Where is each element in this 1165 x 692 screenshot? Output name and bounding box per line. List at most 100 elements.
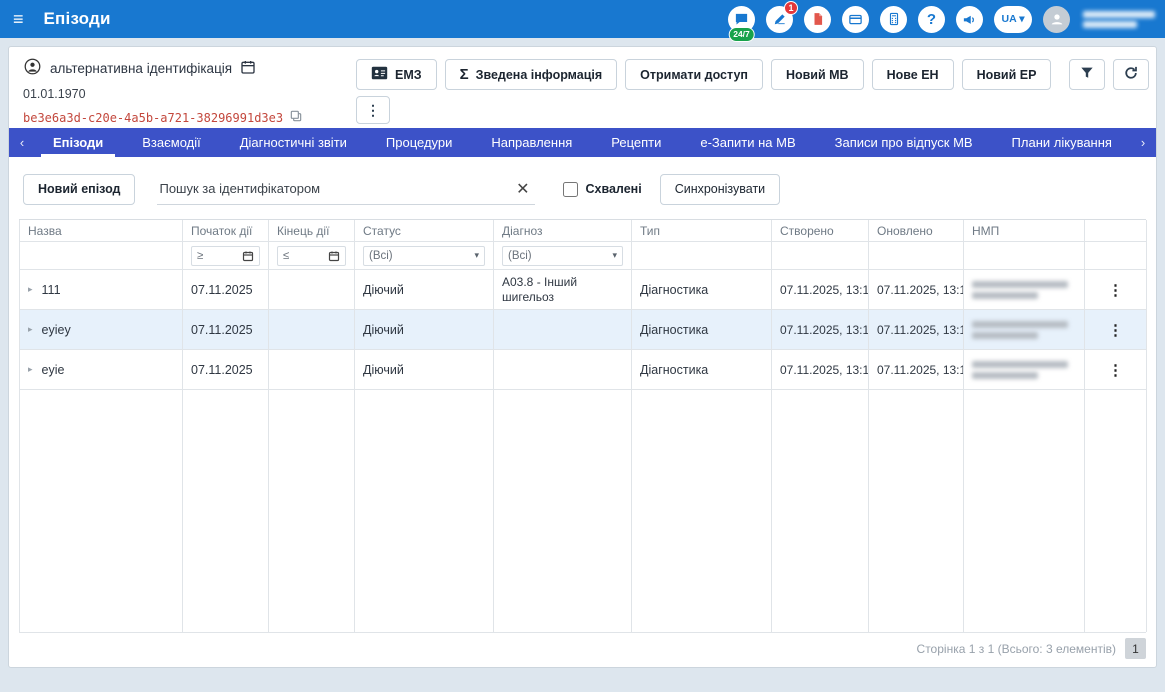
cell-end — [269, 270, 355, 310]
filter-end-date[interactable]: ≤ — [277, 245, 346, 266]
page-number[interactable]: 1 — [1125, 638, 1146, 659]
col-header-updated[interactable]: Оновлено — [869, 220, 964, 242]
filter-diagnosis-dropdown[interactable]: (Всі) ▾ — [502, 245, 623, 266]
get-access-button[interactable]: Отримати доступ — [625, 59, 763, 90]
table-footer: Сторінка 1 з 1 (Всього: 3 елементів) 1 — [917, 638, 1146, 659]
tabs-track: Епізоди Взаємодії Діагностичні звіти Про… — [35, 128, 1130, 157]
emz-button[interactable]: ЕМЗ — [356, 59, 437, 90]
announcement-icon[interactable] — [956, 5, 983, 33]
new-mv-label: Новий МВ — [785, 67, 849, 82]
new-en-button[interactable]: Нове ЕН — [871, 59, 954, 90]
record-toolbar: ЕМЗ Σ Зведена інформація Отримати доступ… — [356, 59, 1150, 90]
new-er-button[interactable]: Новий ЕР — [961, 59, 1052, 90]
search-input[interactable] — [157, 181, 505, 196]
language-selector[interactable]: UA ▾ — [994, 5, 1032, 33]
col-header-start[interactable]: Початок дії — [183, 220, 269, 242]
approved-filter: Схвалені — [563, 181, 642, 197]
avatar[interactable] — [1043, 5, 1070, 33]
table-row[interactable]: ▸ 111 07.11.2025 Діючий A03.8 - Інший шиг… — [19, 270, 1147, 310]
tab-dispense-records[interactable]: Записи про відпуск МВ — [823, 128, 985, 157]
tab-referrals[interactable]: Направлення — [479, 128, 584, 157]
patient-name: альтернативна ідентифікація — [50, 60, 233, 76]
col-header-end[interactable]: Кінець дії — [269, 220, 355, 242]
list-toolbar: Новий епізод ✕ Схвалені Синхронізувати — [23, 171, 1142, 207]
calculator-icon[interactable] — [880, 5, 907, 33]
tab-diagnostic-reports[interactable]: Діагностичні звіти — [228, 128, 359, 157]
payment-card-icon[interactable] — [842, 5, 869, 33]
signature-pen-icon[interactable]: 1 — [766, 0, 798, 33]
cell-end — [269, 350, 355, 390]
tab-erequests-mv[interactable]: е-Запити на МВ — [688, 128, 807, 157]
approved-label: Схвалені — [585, 182, 642, 196]
row-menu-icon[interactable]: ⋮ — [1093, 321, 1138, 339]
top-icon-group: 24/7 1 ? UA ▾ — [728, 0, 1155, 42]
patient-uuid: be3e6a3d-c20e-4a5b-a721-38296991d3e3 — [23, 110, 284, 125]
help-icon[interactable]: ? — [918, 5, 945, 33]
table-row[interactable]: ▸ eyie 07.11.2025 Діючий Діагностика 07.1… — [19, 350, 1147, 390]
cell-updated: 07.11.2025, 13:19 — [869, 310, 964, 350]
calendar-icon — [328, 251, 340, 261]
sync-button[interactable]: Синхронізувати — [659, 173, 781, 205]
tabs-scroll-left-icon[interactable]: ‹ — [9, 128, 35, 157]
filter-button[interactable] — [1069, 59, 1106, 90]
tab-procedures[interactable]: Процедури — [374, 128, 464, 157]
more-actions-button[interactable]: ⋮ — [356, 96, 390, 124]
search-field: ✕ — [157, 173, 536, 205]
cell-updated: 07.11.2025, 13:19 — [869, 350, 964, 390]
top-app-bar: ≡ Епізоди 24/7 1 ? UA ▾ — [0, 0, 1165, 42]
refresh-button[interactable] — [1113, 59, 1150, 90]
tab-interactions[interactable]: Взаємодії — [130, 128, 212, 157]
refresh-icon — [1123, 65, 1139, 84]
get-access-label: Отримати доступ — [640, 67, 748, 82]
filter-start-date[interactable]: ≥ — [191, 245, 260, 266]
new-en-label: Нове ЕН — [886, 67, 939, 82]
calendar-icon[interactable] — [240, 59, 256, 78]
expand-row-icon[interactable]: ▸ — [28, 284, 33, 295]
summary-button[interactable]: Σ Зведена інформація — [444, 59, 618, 90]
filter-status-dropdown[interactable]: (Всі) ▾ — [363, 245, 485, 266]
episodes-table: Назва Початок дії Кінець дії Статус Діаг… — [19, 219, 1147, 633]
cell-status: Діючий — [355, 350, 494, 390]
calendar-icon — [242, 251, 254, 261]
patient-icon — [23, 57, 42, 79]
col-header-nmp[interactable]: НМП — [964, 220, 1085, 242]
row-menu-icon[interactable]: ⋮ — [1093, 361, 1138, 379]
new-er-label: Новий ЕР — [976, 67, 1037, 82]
section-tabs: ‹ Епізоди Взаємодії Діагностичні звіти П… — [9, 128, 1156, 157]
chat-badge: 24/7 — [728, 27, 755, 42]
col-header-name[interactable]: Назва — [19, 220, 183, 242]
col-header-diagnosis[interactable]: Діагноз — [494, 220, 632, 242]
cell-nmp-redacted — [972, 280, 1068, 299]
main-panel: альтернативна ідентифікація 01.01.1970 b… — [8, 46, 1157, 668]
table-empty-area — [19, 390, 1147, 633]
new-mv-button[interactable]: Новий МВ — [770, 59, 864, 90]
cell-created: 07.11.2025, 13:19 — [772, 310, 869, 350]
chat-icon[interactable]: 24/7 — [728, 5, 755, 42]
patient-birthdate: 01.01.1970 — [23, 87, 86, 101]
col-header-created[interactable]: Створено — [772, 220, 869, 242]
menu-icon[interactable]: ≡ — [13, 9, 24, 30]
approved-checkbox[interactable] — [563, 181, 579, 197]
expand-row-icon[interactable]: ▸ — [28, 364, 33, 375]
tab-treatment-plans[interactable]: Плани лікування — [1000, 128, 1124, 157]
new-episode-button[interactable]: Новий епізод — [23, 173, 136, 205]
cell-diagnosis: A03.8 - Інший шигельоз — [494, 270, 632, 310]
clear-search-icon[interactable]: ✕ — [510, 179, 535, 199]
cell-end — [269, 310, 355, 350]
copy-icon[interactable] — [289, 109, 303, 126]
col-header-status[interactable]: Статус — [355, 220, 494, 242]
tabs-scroll-right-icon[interactable]: › — [1130, 128, 1156, 157]
table-row[interactable]: ▸ eyiey 07.11.2025 Діючий Діагностика 07.… — [19, 310, 1147, 350]
expand-row-icon[interactable]: ▸ — [28, 324, 33, 335]
cell-created: 07.11.2025, 13:19 — [772, 270, 869, 310]
tab-episodes[interactable]: Епізоди — [41, 128, 115, 157]
cell-nmp-redacted — [972, 360, 1068, 379]
cell-type: Діагностика — [632, 350, 772, 390]
col-header-type[interactable]: Тип — [632, 220, 772, 242]
pagination-summary: Сторінка 1 з 1 (Всього: 3 елементів) — [916, 641, 1116, 656]
tab-prescriptions[interactable]: Рецепти — [599, 128, 673, 157]
contact-card-icon — [371, 66, 388, 83]
row-menu-icon[interactable]: ⋮ — [1093, 281, 1138, 299]
pdf-icon[interactable] — [804, 5, 831, 33]
table-header-row: Назва Початок дії Кінець дії Статус Діаг… — [19, 220, 1147, 242]
